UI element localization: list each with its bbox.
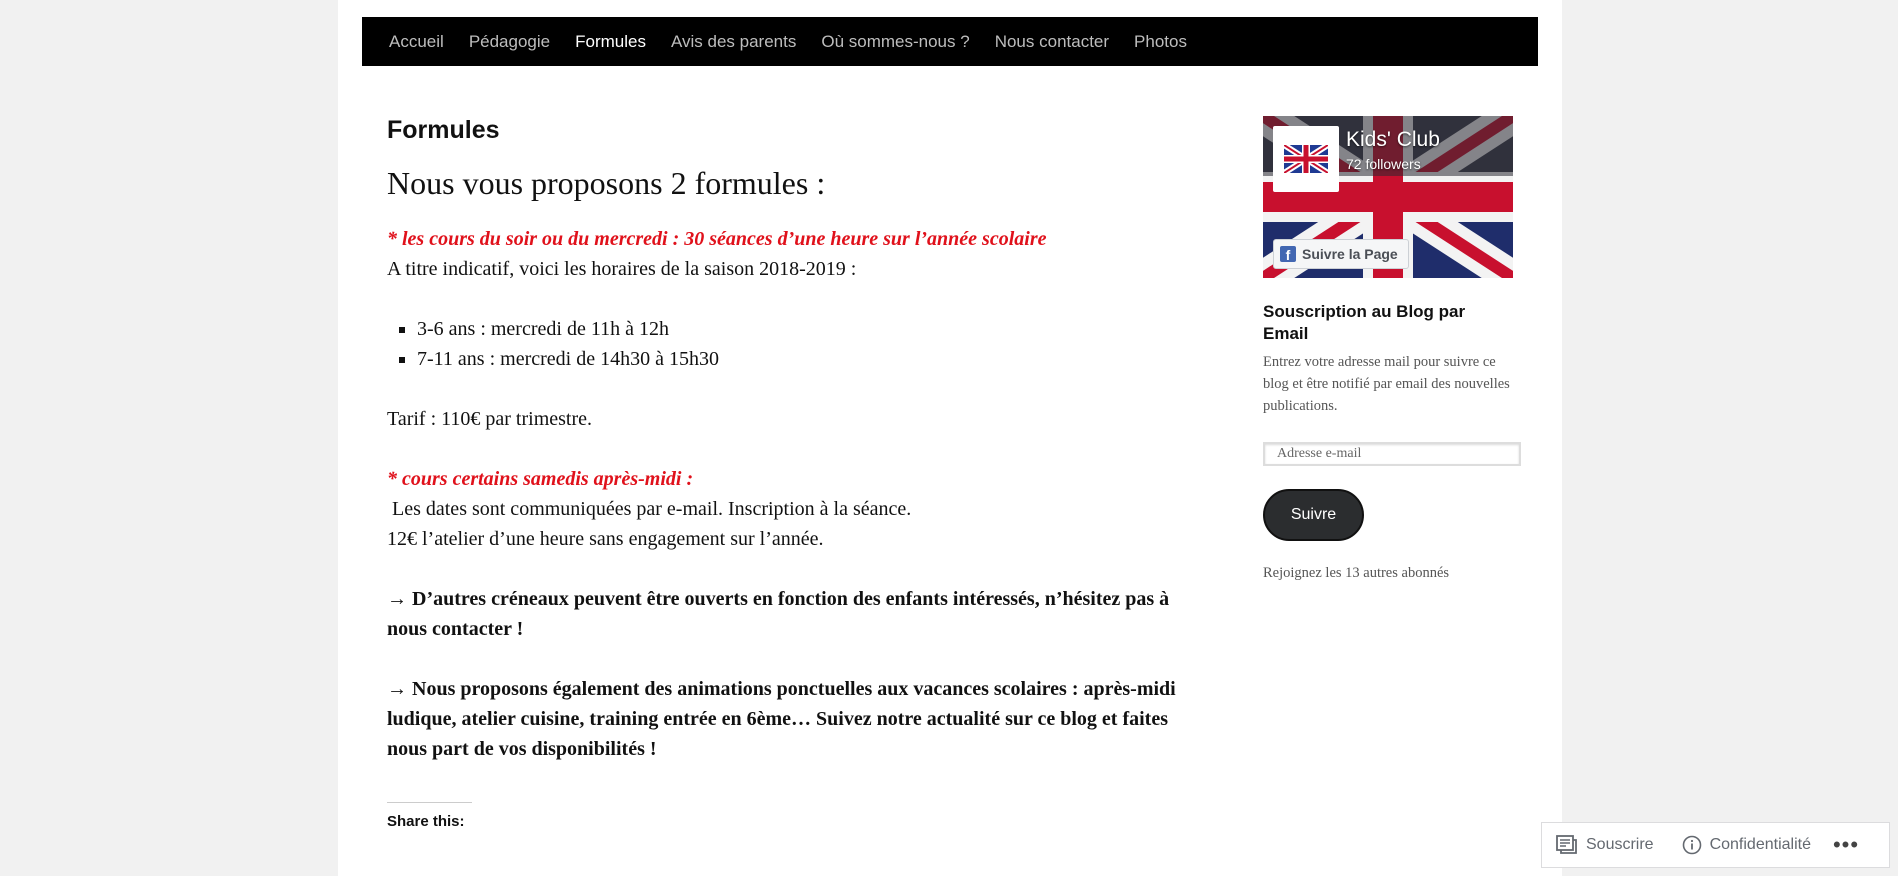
info-icon [1682, 835, 1701, 855]
email-placeholder: Adresse e-mail [1277, 446, 1362, 461]
page: Accueil Pédagogie Formules Avis des pare… [338, 0, 1562, 876]
share-heading: Share this: [387, 802, 472, 831]
nav-item-nous-contacter[interactable]: Nous contacter [982, 32, 1121, 52]
main-nav: Accueil Pédagogie Formules Avis des pare… [362, 17, 1538, 66]
offer-intro: A titre indicatif, voici les horaires de… [387, 258, 857, 280]
note-holiday-activities: → Nous proposons également des animation… [387, 678, 1176, 760]
tarif-text: Tarif : 110€ par trimestre. [387, 408, 593, 430]
privacy-action[interactable]: Confidentialité [1668, 835, 1825, 855]
fb-follow-page-button[interactable]: f Suivre la Page [1273, 239, 1409, 269]
club-logo [1273, 126, 1339, 192]
reader-icon [1556, 835, 1577, 854]
offer-heading-weekday: * les cours du soir ou du mercredi : 30 … [387, 228, 1047, 250]
facebook-page-widget[interactable]: Kids' Club 72 followers f Suivre la Page [1263, 116, 1513, 278]
nav-item-pedagogie[interactable]: Pédagogie [456, 32, 562, 52]
schedule-list: 3-6 ans : mercredi de 11h à 12h 7-11 ans… [387, 314, 1187, 374]
nav-item-formules[interactable]: Formules [563, 32, 659, 52]
note-other-slots: → D’autres créneaux peuvent être ouverts… [387, 588, 1170, 640]
list-item: 3-6 ans : mercredi de 11h à 12h [417, 314, 1187, 344]
page-title: Formules [387, 116, 500, 144]
subscribe-widget-description: Entrez votre adresse mail pour suivre ce… [1263, 354, 1510, 414]
privacy-action-label: Confidentialité [1709, 836, 1811, 853]
union-jack-icon [1284, 145, 1328, 173]
more-options-icon[interactable]: ••• [1825, 832, 1871, 858]
offer-saturday-price: 12€ l’atelier d’une heure sans engagemen… [387, 528, 824, 550]
fb-follow-label: Suivre la Page [1302, 246, 1398, 262]
nav-item-accueil[interactable]: Accueil [362, 32, 456, 52]
list-item: 7-11 ans : mercredi de 14h30 à 15h30 [417, 344, 1187, 374]
subscribe-action-label: Souscrire [1586, 836, 1654, 853]
nav-item-avis-des-parents[interactable]: Avis des parents [658, 32, 808, 52]
header-strip [362, 0, 1538, 17]
subscribe-widget-title: Souscription au Blog par Email [1263, 302, 1466, 343]
offer-heading-saturday: * cours certains samedis après-midi : [387, 468, 694, 490]
nav-item-ou-sommes-nous[interactable]: Où sommes-nous ? [809, 32, 982, 52]
follow-button[interactable]: Suivre [1263, 489, 1364, 541]
nav-item-photos[interactable]: Photos [1122, 32, 1200, 52]
sidebar: Kids' Club 72 followers f Suivre la Page… [1263, 116, 1529, 582]
article-lead: Nous vous proposons 2 formules : [387, 165, 826, 201]
fb-followers-count: 72 followers [1346, 156, 1421, 172]
subscribers-count-text: Rejoignez les 13 autres abonnés [1263, 565, 1450, 581]
article: Formules Nous vous proposons 2 formules … [387, 115, 1187, 831]
offer-saturday-dates: Les dates sont communiquées par e-mail. … [387, 498, 912, 520]
email-field[interactable]: Adresse e-mail [1263, 442, 1521, 466]
facebook-icon: f [1280, 246, 1296, 262]
subscribe-action[interactable]: Souscrire [1542, 835, 1668, 855]
wp-action-bar: Souscrire Confidentialité ••• [1541, 822, 1890, 868]
fb-page-name[interactable]: Kids' Club [1346, 128, 1440, 152]
